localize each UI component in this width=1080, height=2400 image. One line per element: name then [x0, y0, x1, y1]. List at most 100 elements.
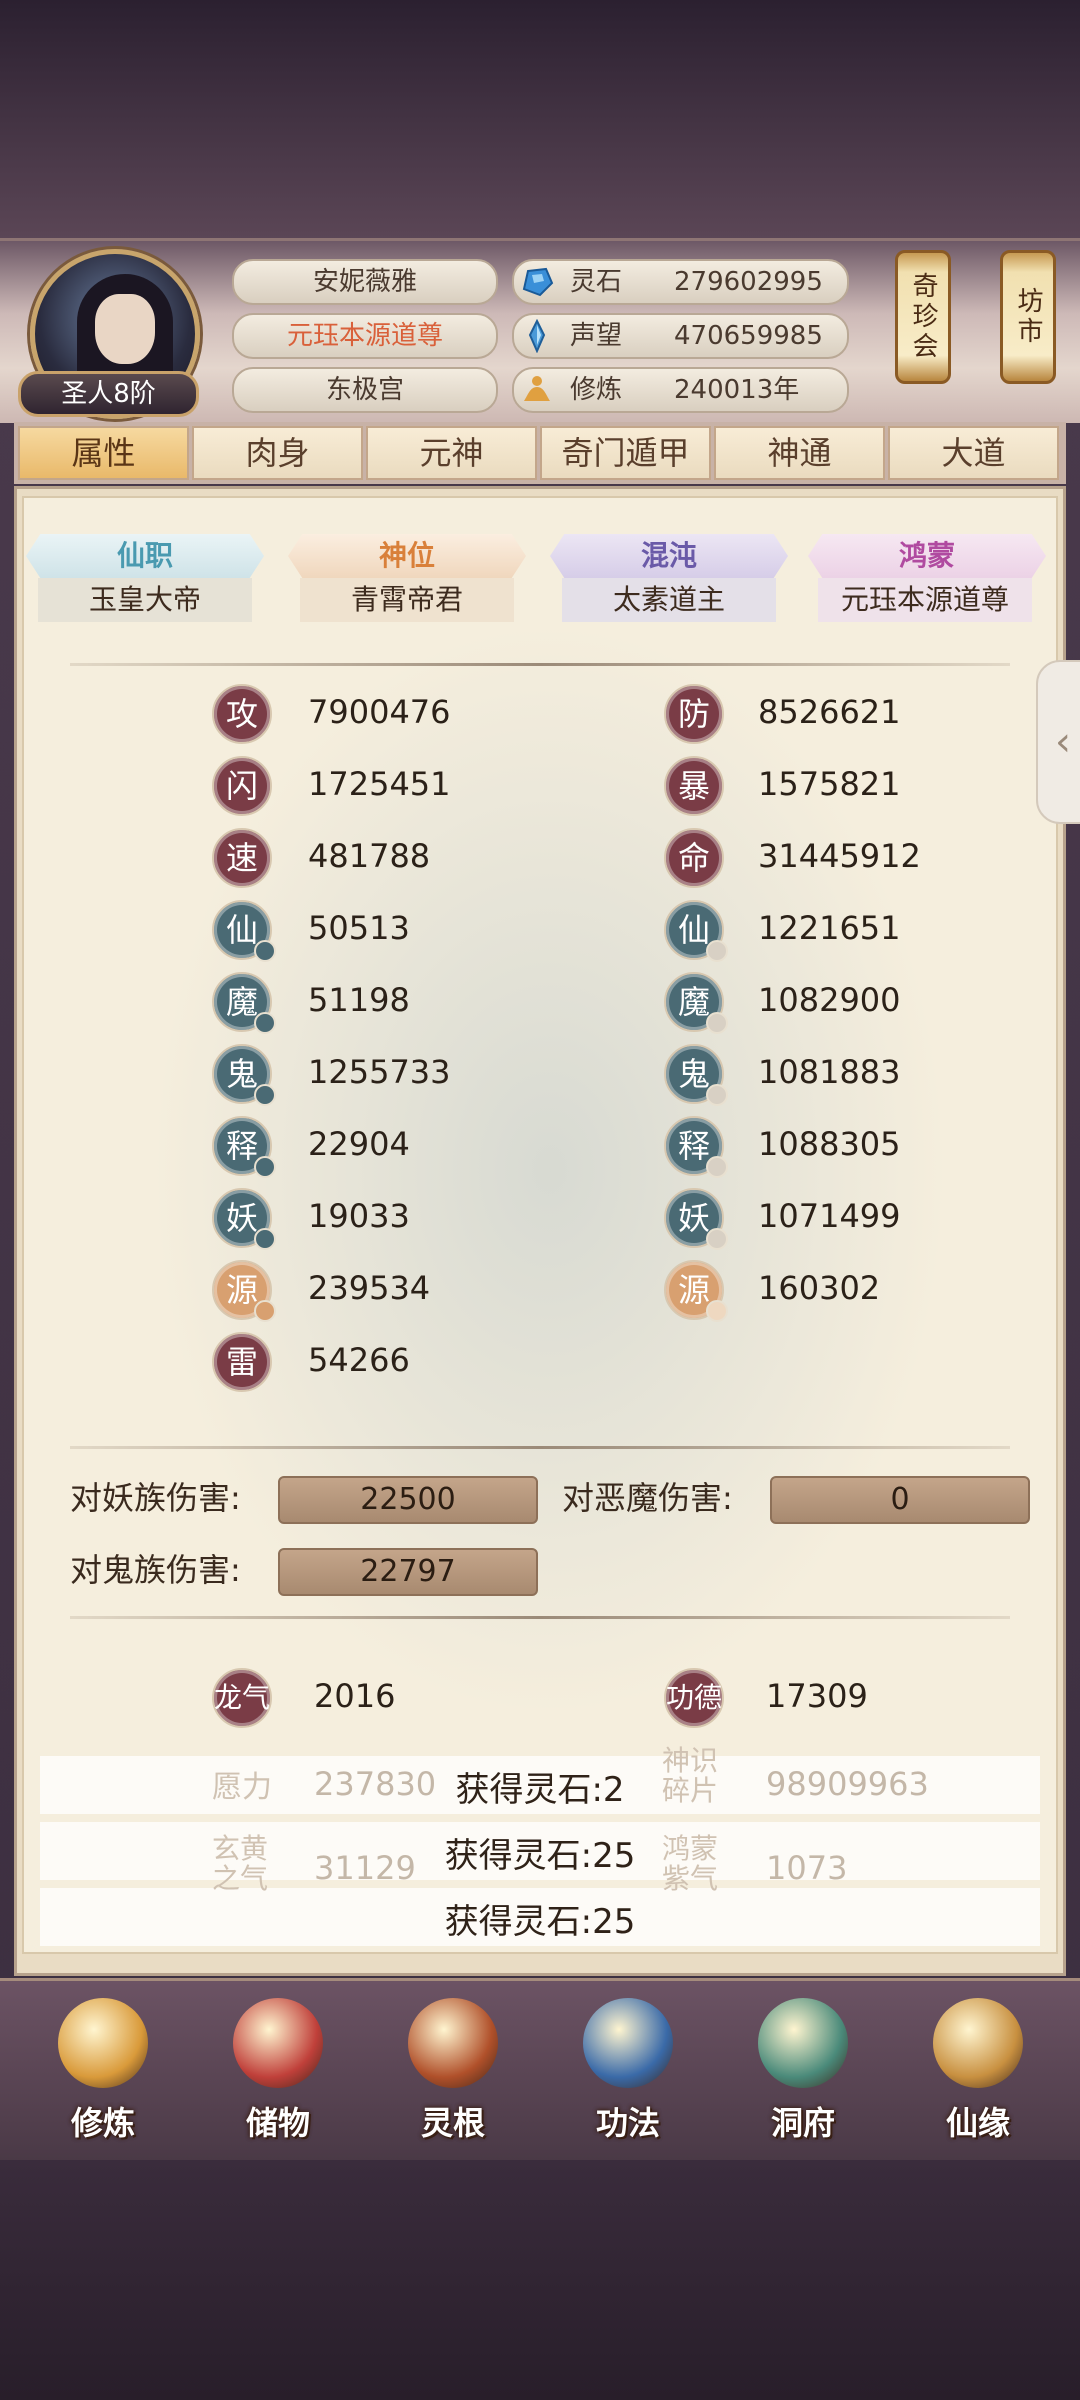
attack-marker-icon [254, 1156, 276, 1178]
stat-value: 1081883 [758, 1053, 901, 1091]
nav-item-4[interactable]: 洞府 [728, 1990, 878, 2150]
technique-book-icon [583, 1998, 673, 2088]
market-button[interactable]: 坊市 [1000, 250, 1056, 384]
resource-label: 声望 [570, 321, 623, 351]
tab-bar: 属性 肉身 元神 奇门遁甲 神通 大道 [14, 422, 1066, 484]
avatar-face [95, 294, 155, 364]
cultivate-icon [58, 1998, 148, 2088]
resource-value: 470659985 [674, 321, 823, 351]
player-title[interactable]: 元珏本源道尊 [232, 313, 498, 359]
stat-value: 1725451 [308, 765, 451, 803]
defense-marker-icon [706, 1012, 728, 1034]
resource-label: 修炼 [570, 375, 623, 405]
dragon-qi-value: 2016 [314, 1677, 396, 1715]
stat-icon: 暴 [664, 756, 724, 816]
stat-icon: 源 [212, 1260, 276, 1322]
hongmeng-qi-value: 1073 [766, 1849, 848, 1887]
demon-race-damage-value: 22500 [278, 1476, 538, 1524]
stat-icon: 魔 [664, 972, 728, 1034]
top-background [0, 0, 1080, 240]
stat-icon: 鬼 [212, 1044, 276, 1106]
bottom-background [0, 2160, 1080, 2400]
stat-value: 54266 [308, 1341, 410, 1379]
rank-head-immortal-post: 仙职 [26, 534, 264, 578]
resource-spirit-stone[interactable]: 灵石 279602995 [512, 259, 849, 305]
stat-value: 1088305 [758, 1125, 901, 1163]
stat-value: 22904 [308, 1125, 410, 1163]
stat-value: 8526621 [758, 693, 901, 731]
tab-qimen[interactable]: 奇门遁甲 [540, 426, 711, 480]
resource-value: 240013年 [674, 375, 800, 405]
notification-text: 获得灵石:25 [444, 1902, 636, 1942]
stat-icon: 源 [664, 1260, 728, 1322]
stat-icon: 雷 [212, 1332, 272, 1392]
defense-marker-icon [706, 940, 728, 962]
divider [70, 663, 1010, 666]
stat-value: 1082900 [758, 981, 901, 1019]
ghost-race-damage-label: 对鬼族伤害: [70, 1551, 241, 1589]
stat-value: 51198 [308, 981, 410, 1019]
tab-abilities[interactable]: 神通 [714, 426, 885, 480]
stat-icon: 仙 [212, 900, 276, 962]
stat-value: 1221651 [758, 909, 901, 947]
rank-value-divine-seat: 青霄帝君 [300, 578, 514, 622]
notification-text: 获得灵石:25 [444, 1836, 636, 1876]
stat-icon: 妖 [212, 1188, 276, 1250]
attack-marker-icon [254, 1012, 276, 1034]
gourd-icon [933, 1998, 1023, 2088]
attack-marker-icon [254, 940, 276, 962]
hongmeng-qi-icon: 鸿蒙紫气 [662, 1832, 719, 1895]
stat-icon: 释 [664, 1116, 728, 1178]
rank-value-hongmeng: 元珏本源道尊 [818, 578, 1032, 622]
resource-value: 279602995 [674, 267, 823, 297]
cave-mansion-icon [758, 1998, 848, 2088]
nav-label: 储物 [245, 2104, 310, 2142]
stat-value: 160302 [758, 1269, 881, 1307]
tab-body[interactable]: 肉身 [192, 426, 363, 480]
rank-head-hongmeng: 鸿蒙 [808, 534, 1046, 578]
defense-marker-icon [706, 1228, 728, 1250]
stat-icon: 妖 [664, 1188, 728, 1250]
xuanhuang-qi-value: 31129 [314, 1849, 416, 1887]
rank-badge: 圣人8阶 [18, 371, 199, 417]
rank-head-divine-seat: 神位 [288, 534, 526, 578]
spirit-stone-icon [522, 267, 554, 297]
stat-icon: 魔 [212, 972, 276, 1034]
divider [70, 1446, 1010, 1449]
merit-icon: 功德 [664, 1668, 724, 1728]
stat-icon: 仙 [664, 900, 728, 962]
nav-label: 修炼 [70, 2104, 135, 2142]
treasure-fair-button[interactable]: 奇珍会 [895, 250, 951, 384]
dragon-qi-icon: 龙气 [212, 1668, 272, 1728]
player-name[interactable]: 安妮薇雅 [232, 259, 498, 305]
stat-value: 50513 [308, 909, 410, 947]
merit-value: 17309 [766, 1677, 868, 1715]
nav-item-2[interactable]: 灵根 [378, 1990, 528, 2150]
defense-marker-icon [706, 1084, 728, 1106]
stat-icon: 速 [212, 828, 272, 888]
stat-value: 1255733 [308, 1053, 451, 1091]
player-palace[interactable]: 东极宫 [232, 367, 498, 413]
stat-value: 481788 [308, 837, 431, 875]
tab-dao[interactable]: 大道 [888, 426, 1059, 480]
side-drawer-handle[interactable]: ‹ [1036, 660, 1080, 824]
meditation-icon [524, 376, 550, 401]
nav-item-3[interactable]: 功法 [553, 1990, 703, 2150]
nav-label: 灵根 [420, 2104, 485, 2142]
spirit-root-icon [408, 1998, 498, 2088]
tab-attributes[interactable]: 属性 [18, 426, 189, 480]
divider [70, 1616, 1010, 1619]
divine-shard-icon: 神识碎片 [662, 1744, 719, 1807]
resource-prestige[interactable]: 声望 470659985 [512, 313, 849, 359]
stat-value: 239534 [308, 1269, 431, 1307]
nav-item-1[interactable]: 储物 [203, 1990, 353, 2150]
nav-item-0[interactable]: 修炼 [28, 1990, 178, 2150]
prestige-crystal-icon [528, 319, 546, 353]
nav-item-5[interactable]: 仙缘 [903, 1990, 1053, 2150]
stat-icon: 闪 [212, 756, 272, 816]
stat-icon: 攻 [212, 684, 272, 744]
tab-soul[interactable]: 元神 [366, 426, 537, 480]
stat-icon: 防 [664, 684, 724, 744]
divine-shard-value: 98909963 [766, 1765, 929, 1803]
resource-cultivation[interactable]: 修炼 240013年 [512, 367, 849, 413]
